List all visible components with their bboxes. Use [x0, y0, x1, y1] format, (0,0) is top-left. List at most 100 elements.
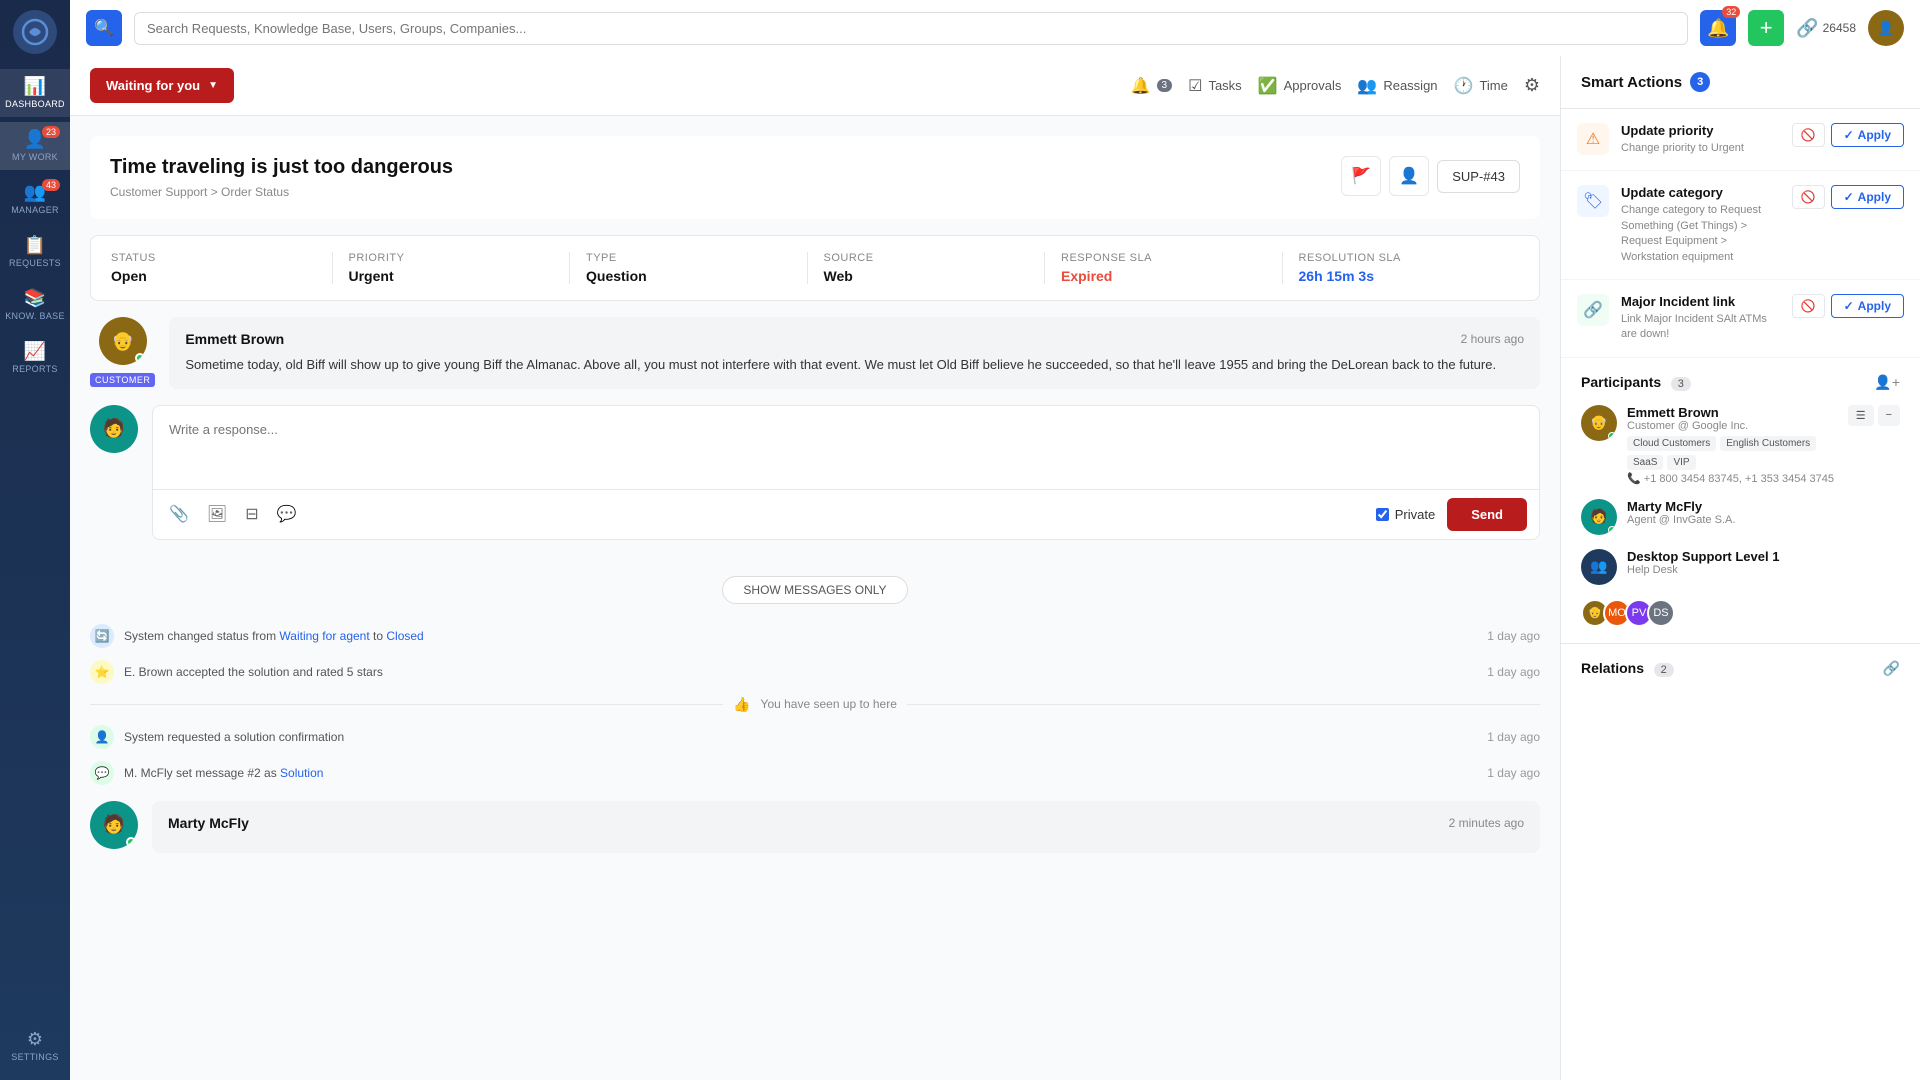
smart-action-update-priority: ⚠ Update priority Change priority to Urg… [1561, 109, 1920, 171]
status-value: Open [111, 268, 316, 284]
bell-action[interactable]: 🔔 3 [1131, 76, 1172, 96]
add-button[interactable]: + [1748, 10, 1784, 46]
tasks-action[interactable]: ☑ Tasks [1188, 76, 1242, 96]
last-message-time: 2 minutes ago [1449, 816, 1524, 830]
smart-action-category-body: Update category Change category to Reque… [1621, 185, 1780, 265]
manager-badge: 43 [42, 179, 60, 191]
reply-box: 📎 🖼 ⊟ 💬 Private Send [152, 405, 1540, 540]
emmett-menu-button[interactable]: ☰ [1848, 405, 1874, 426]
timeline-time-2: 1 day ago [1487, 665, 1540, 679]
smart-action-priority-body: Update priority Change priority to Urgen… [1621, 123, 1780, 156]
add-relation-icon[interactable]: 🔗 [1883, 660, 1900, 677]
search-button[interactable]: 🔍 [86, 10, 122, 46]
emmett-tags: Cloud Customers English Customers SaaS V… [1627, 436, 1838, 470]
desktop-support-name: Desktop Support Level 1 [1627, 549, 1900, 564]
time-action[interactable]: 🕐 Time [1454, 76, 1508, 96]
ticket-id-button[interactable]: SUP-#43 [1437, 160, 1520, 193]
emmett-remove-button[interactable]: − [1878, 405, 1900, 426]
sidebar-item-my-work[interactable]: 23 👤 MY WORK [0, 122, 70, 170]
waiting-label: Waiting for you [106, 78, 200, 93]
know-base-icon: 📚 [24, 289, 46, 307]
table-button[interactable]: ⊟ [241, 500, 262, 528]
right-panel: Smart Actions 3 ⚠ Update priority Change… [1560, 56, 1920, 1080]
category-apply-button[interactable]: Apply [1831, 185, 1904, 209]
emmett-avatar: 👴 [1581, 405, 1617, 441]
update-priority-title: Update priority [1621, 123, 1780, 138]
incident-dismiss-button[interactable]: 🚫 [1792, 294, 1825, 318]
last-message-body: Marty McFly 2 minutes ago [152, 801, 1540, 853]
message-header: Emmett Brown 2 hours ago [185, 331, 1524, 347]
reply-section: 🧑 📎 🖼 ⊟ 💬 Private [90, 405, 1540, 560]
topbar-icons: 🔔 32 + 🔗 26458 👤 [1700, 10, 1904, 46]
last-message-header: Marty McFly 2 minutes ago [168, 815, 1524, 831]
show-messages-button[interactable]: SHOW MESSAGES ONLY [722, 576, 907, 604]
approvals-action[interactable]: ✅ Approvals [1258, 76, 1342, 96]
marty-role: Agent @ InvGate S.A. [1627, 514, 1900, 526]
search-input[interactable] [134, 12, 1688, 45]
ticket-title: Time traveling is just too dangerous [110, 156, 453, 179]
timeline-time-1: 1 day ago [1487, 629, 1540, 643]
sidebar-item-dashboard[interactable]: 📊 DASHBOARD [0, 69, 70, 117]
status-item-type: Type Question [570, 252, 808, 284]
status-item-response-sla: Response SLA Expired [1045, 252, 1283, 284]
timeline-item-1: 🔄 System changed status from Waiting for… [90, 624, 1540, 648]
user-avatar[interactable]: 👤 [1868, 10, 1904, 46]
emmett-phones: 📞 +1 800 3454 83745, +1 353 3454 3745 [1627, 472, 1838, 485]
reassign-action[interactable]: 👥 Reassign [1357, 76, 1437, 96]
sidebar-item-settings[interactable]: ⚙ SETTINGS [0, 1022, 70, 1070]
send-button[interactable]: Send [1447, 498, 1527, 531]
private-check[interactable]: Private [1376, 507, 1435, 522]
timeline-icon-message: 💬 [90, 761, 114, 785]
category-dismiss-button[interactable]: 🚫 [1792, 185, 1825, 209]
priority-dismiss-button[interactable]: 🚫 [1792, 123, 1825, 147]
requests-icon: 📋 [24, 236, 46, 254]
response-sla-value: Expired [1061, 268, 1266, 284]
notification-icon[interactable]: 🔔 32 [1700, 10, 1736, 46]
smart-action-major-incident: 🔗 Major Incident link Link Major Inciden… [1561, 280, 1920, 358]
comment-button[interactable]: 💬 [273, 500, 301, 528]
ticket-content: Time traveling is just too dangerous Cus… [70, 116, 1560, 1080]
closed-link[interactable]: Closed [386, 629, 423, 643]
extra-avatars: 👴 MO PV DS [1581, 599, 1900, 627]
notification-badge: 32 [1722, 6, 1740, 18]
marty-info: Marty McFly Agent @ InvGate S.A. [1627, 499, 1900, 526]
people-button[interactable]: 👤 [1389, 156, 1429, 196]
reply-textarea[interactable] [153, 406, 1539, 486]
timeline: 🔄 System changed status from Waiting for… [90, 624, 1540, 785]
message-time: 2 hours ago [1461, 332, 1524, 346]
last-message-online [126, 837, 136, 847]
priority-label: Priority [349, 252, 554, 264]
sidebar-item-reports[interactable]: 📈 REPORTS [0, 334, 70, 382]
tag-cloud: Cloud Customers [1627, 436, 1716, 451]
ticket-settings-button[interactable]: ⚙ [1524, 75, 1540, 96]
waiting-for-you-button[interactable]: Waiting for you ▼ [90, 68, 234, 103]
image-button[interactable]: 🖼 [203, 500, 231, 528]
counter-box: 🔗 26458 [1796, 18, 1856, 39]
add-participant-icon[interactable]: 👤+ [1874, 374, 1900, 391]
waiting-for-agent-link[interactable]: Waiting for agent [279, 629, 369, 643]
participants-title: Participants [1581, 374, 1661, 390]
tag-vip: VIP [1667, 455, 1695, 470]
flag-button[interactable]: 🚩 [1341, 156, 1381, 196]
solution-link[interactable]: Solution [280, 766, 323, 780]
sidebar-item-requests[interactable]: 📋 REQUESTS [0, 228, 70, 276]
smart-actions-badge: 3 [1690, 72, 1710, 92]
sidebar-item-know-base[interactable]: 📚 KNOW. BASE [0, 281, 70, 329]
thumbs-up-icon: 👍 [733, 696, 750, 713]
link-icon: 🔗 [1577, 294, 1609, 326]
resolution-sla-label: Resolution SLA [1299, 252, 1504, 264]
status-label: Status [111, 252, 316, 264]
private-checkbox[interactable] [1376, 508, 1389, 521]
sidebar: 📊 DASHBOARD 23 👤 MY WORK 43 👥 MANAGER 📋 … [0, 0, 70, 1080]
attachment-button[interactable]: 📎 [165, 500, 193, 528]
sidebar-item-manager[interactable]: 43 👥 MANAGER [0, 175, 70, 223]
sidebar-logo[interactable] [13, 10, 57, 54]
extra-avatar-4: DS [1647, 599, 1675, 627]
priority-apply-button[interactable]: Apply [1831, 123, 1904, 147]
settings-icon: ⚙ [27, 1030, 43, 1048]
category-icon: 🏷 [1577, 185, 1609, 217]
incident-apply-button[interactable]: Apply [1831, 294, 1904, 318]
message-avatar: 👴 [99, 317, 147, 365]
status-item-source: Source Web [808, 252, 1046, 284]
time-label: Time [1479, 78, 1507, 93]
